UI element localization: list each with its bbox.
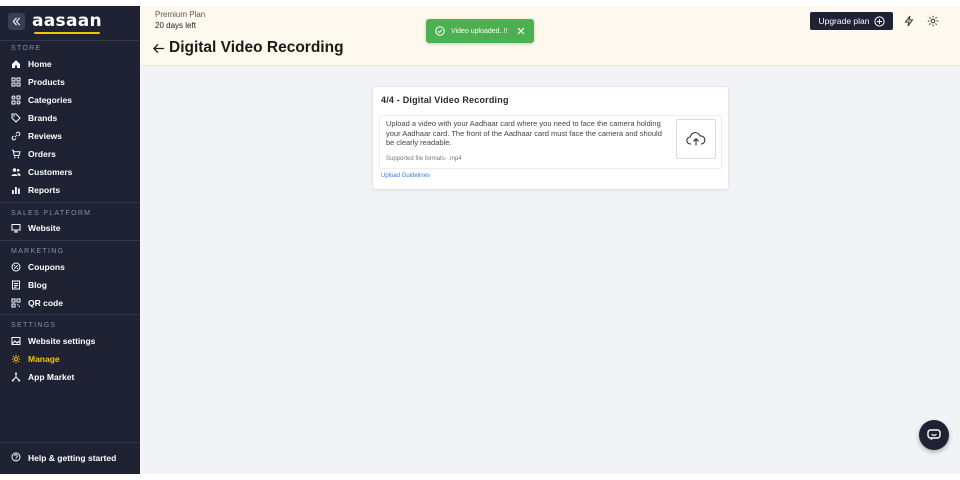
- sidebar-item-label: Blog: [28, 280, 47, 290]
- sidebar-divider: [0, 442, 139, 443]
- plan-days-left: 20 days left: [155, 21, 196, 30]
- upload-box: Upload a video with your Aadhaar card wh…: [379, 115, 722, 169]
- sidebar-item-qr-code[interactable]: QR code: [11, 296, 63, 310]
- sidebar-divider: [0, 314, 139, 315]
- sidebar-item-products[interactable]: Products: [11, 75, 65, 89]
- sidebar-item-label: Coupons: [28, 262, 65, 272]
- sidebar-item-home[interactable]: Home: [11, 57, 52, 71]
- help-link[interactable]: Help & getting started: [11, 451, 116, 465]
- sidebar-divider: [0, 240, 139, 241]
- bar-chart-icon: [11, 185, 21, 195]
- topbar: Premium Plan 20 days left Digital Video …: [140, 6, 960, 66]
- toast-close-icon[interactable]: [517, 26, 526, 35]
- sidebar-item-label: Products: [28, 77, 65, 87]
- plus-circle-icon: [873, 15, 885, 27]
- sidebar-item-manage[interactable]: Manage: [11, 352, 60, 366]
- sidebar: aasaan STORE Home Products Categories Br…: [0, 6, 141, 474]
- sidebar-divider: [0, 40, 139, 41]
- section-label-marketing: MARKETING: [11, 248, 65, 255]
- sidebar-item-label: Manage: [28, 354, 60, 364]
- sidebar-item-reports[interactable]: Reports: [11, 183, 60, 197]
- chat-bubble-icon: [927, 429, 941, 441]
- sidebar-item-app-market[interactable]: App Market: [11, 370, 74, 384]
- sidebar-item-reviews[interactable]: Reviews: [11, 129, 62, 143]
- document-icon: [11, 280, 21, 290]
- sidebar-item-brands[interactable]: Brands: [11, 111, 57, 125]
- success-toast: Video uploaded..!!: [426, 19, 534, 43]
- image-settings-icon: [11, 336, 21, 346]
- sidebar-item-label: Website settings: [28, 336, 96, 346]
- sidebar-item-label: Reports: [28, 185, 61, 195]
- tag-icon: [11, 113, 21, 123]
- upload-card: 4/4 - Digital Video Recording Upload a v…: [372, 86, 729, 190]
- logo-text: aasaan: [32, 11, 102, 31]
- brand-row: aasaan: [8, 11, 102, 34]
- back-arrow-icon[interactable]: [152, 41, 166, 55]
- collapse-sidebar-button[interactable]: [8, 12, 25, 30]
- sidebar-item-label: Brands: [28, 113, 58, 123]
- page-title-row: Digital Video Recording: [152, 39, 344, 57]
- upgrade-plan-label: Upgrade plan: [818, 16, 870, 26]
- toast-message: Video uploaded..!!: [451, 27, 508, 35]
- sidebar-item-label: Website: [28, 223, 61, 233]
- check-circle-icon: [435, 26, 445, 36]
- nodes-icon: [11, 372, 21, 382]
- sidebar-item-label: Customers: [28, 167, 73, 177]
- cloud-upload-icon: [686, 132, 706, 146]
- sidebar-item-label: Reviews: [28, 131, 63, 141]
- upload-description: Upload a video with your Aadhaar card wh…: [386, 119, 662, 147]
- help-label: Help & getting started: [28, 453, 117, 463]
- page-title: Digital Video Recording: [169, 39, 344, 56]
- sidebar-item-coupons[interactable]: Coupons: [11, 260, 65, 274]
- upload-video-button[interactable]: [676, 119, 716, 159]
- app-window: aasaan STORE Home Products Categories Br…: [0, 6, 960, 474]
- chat-button[interactable]: [919, 420, 949, 450]
- gear-icon: [11, 354, 21, 364]
- monitor-icon: [11, 223, 21, 233]
- upload-guidelines-link[interactable]: Upload Guidelines: [381, 173, 430, 179]
- sidebar-item-blog[interactable]: Blog: [11, 278, 47, 292]
- sidebar-item-customers[interactable]: Customers: [11, 165, 72, 179]
- home-icon: [11, 59, 21, 69]
- categories-icon: [11, 95, 21, 105]
- sidebar-item-orders[interactable]: Orders: [11, 147, 56, 161]
- lightning-icon[interactable]: [903, 15, 915, 27]
- section-label-sales-platform: SALES PLATFORM: [11, 210, 92, 217]
- sidebar-item-label: App Market: [28, 372, 75, 382]
- sidebar-item-label: QR code: [28, 298, 63, 308]
- double-chevron-left-icon: [12, 17, 21, 25]
- upgrade-plan-button[interactable]: Upgrade plan: [810, 12, 893, 30]
- sidebar-item-label: Categories: [28, 95, 72, 105]
- sidebar-item-categories[interactable]: Categories: [11, 93, 72, 107]
- logo-underline: [34, 32, 100, 34]
- help-circle-icon: [11, 449, 21, 467]
- qr-code-icon: [11, 298, 21, 308]
- supported-formats: Supported file formats- .mp4: [386, 156, 462, 162]
- settings-gear-icon[interactable]: [927, 15, 939, 27]
- section-label-settings: SETTINGS: [11, 322, 57, 329]
- plan-name: Premium Plan: [155, 10, 206, 19]
- logo[interactable]: aasaan: [32, 11, 102, 34]
- grid-icon: [11, 77, 21, 87]
- cart-icon: [11, 149, 21, 159]
- sidebar-item-website[interactable]: Website: [11, 221, 60, 235]
- sidebar-divider: [0, 202, 139, 203]
- users-icon: [11, 167, 21, 177]
- section-label-store: STORE: [11, 45, 42, 52]
- sidebar-item-label: Orders: [28, 149, 56, 159]
- card-title: 4/4 - Digital Video Recording: [381, 95, 509, 105]
- link-icon: [11, 131, 21, 141]
- sidebar-item-website-settings[interactable]: Website settings: [11, 334, 95, 348]
- percent-badge-icon: [11, 262, 21, 272]
- sidebar-item-label: Home: [28, 59, 52, 69]
- main-content: Premium Plan 20 days left Digital Video …: [140, 6, 960, 474]
